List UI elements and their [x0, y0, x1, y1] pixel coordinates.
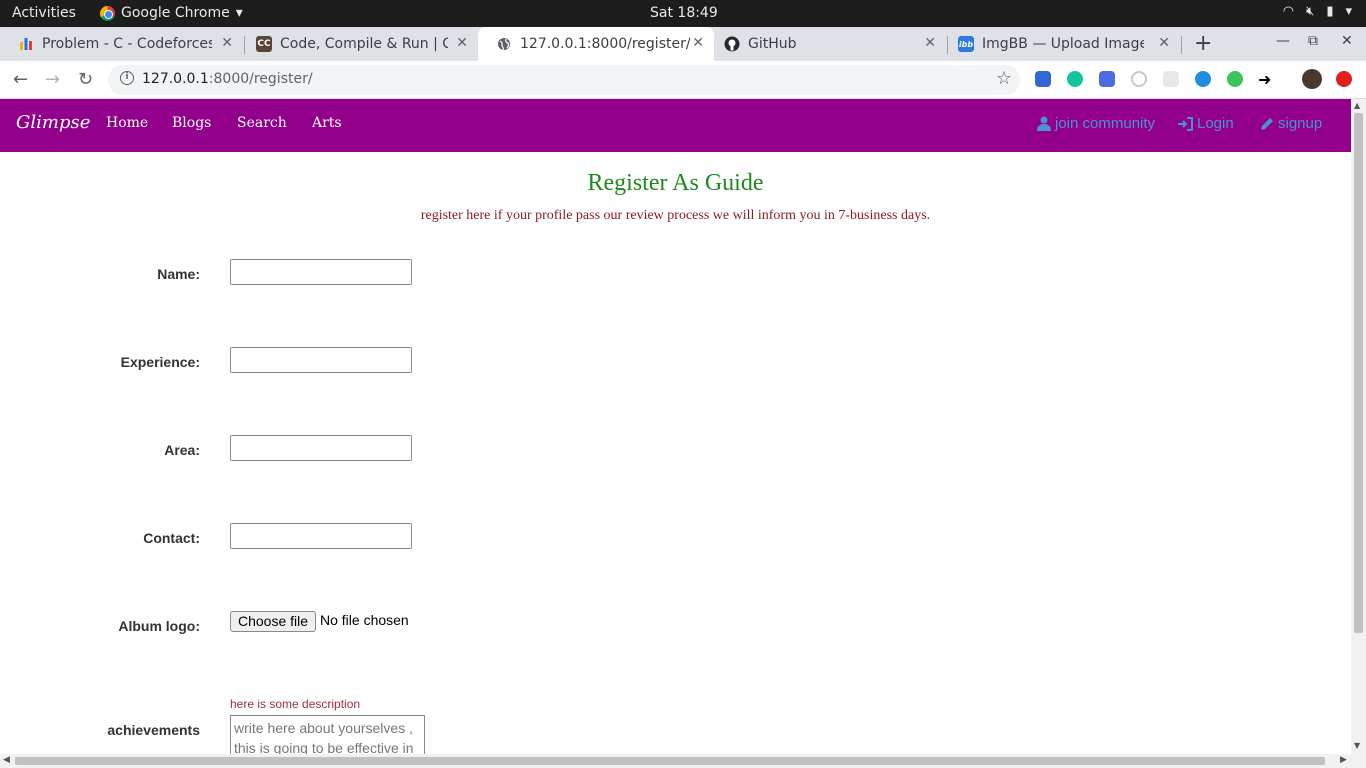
url-text[interactable]: 127.0.0.1:8000/register/	[142, 71, 313, 87]
close-icon[interactable]: ✕	[924, 35, 936, 51]
grammarly-extension-icon[interactable]	[1067, 71, 1083, 87]
window-close-icon[interactable]: ✕	[1341, 33, 1353, 49]
system-tray[interactable]: ◠ 🔇︎ ▮ ▾	[1283, 4, 1352, 19]
pencil-icon	[1261, 117, 1273, 130]
file-status: No file chosen	[320, 612, 409, 628]
scroll-left-icon[interactable]: ◀	[3, 755, 10, 765]
calendar-extension-icon[interactable]	[1099, 71, 1115, 87]
chevron-down-icon: ▾	[235, 5, 243, 21]
codeforces-icon	[18, 36, 34, 52]
hex-extension-icon[interactable]	[1195, 71, 1211, 87]
experience-label: Experience:	[120, 354, 200, 370]
volume-muted-icon: 🔇︎	[1306, 4, 1315, 19]
page-subtitle: register here if your profile pass our r…	[420, 208, 931, 223]
nav-arts[interactable]: Arts	[312, 115, 342, 131]
address-bar[interactable]: i 127.0.0.1:8000/register/ ☆	[108, 65, 1020, 95]
nav-blogs[interactable]: Blogs	[172, 115, 211, 131]
codechef-icon: CC	[256, 36, 272, 52]
signup-link[interactable]: signup	[1260, 115, 1322, 132]
reload-icon[interactable]: ↻	[78, 69, 93, 90]
tab-title: Code, Compile & Run | Co	[280, 36, 448, 52]
forward-arrow-icon[interactable]: →	[45, 69, 60, 90]
signup-label: signup	[1278, 115, 1323, 132]
scroll-down-icon[interactable]: ▼	[1354, 741, 1360, 750]
imgbb-icon: ibb	[958, 36, 974, 52]
name-label: Name:	[157, 266, 200, 282]
bookmark-star-icon[interactable]: ☆	[996, 68, 1012, 89]
battery-icon: ▮	[1326, 4, 1334, 19]
avatar[interactable]	[1302, 69, 1322, 89]
tab-title: ImgBB — Upload Image	[982, 36, 1144, 52]
tab-register[interactable]: 127.0.0.1:8000/register/ ✕	[478, 27, 714, 61]
contact-label: Contact:	[143, 530, 200, 546]
login-link[interactable]: Login	[1178, 115, 1234, 132]
join-community-label: join community	[1055, 115, 1156, 132]
tab-title: Problem - C - Codeforces	[42, 36, 212, 52]
wifi-icon: ◠	[1282, 4, 1295, 19]
tab-github[interactable]: GitHub ✕	[706, 27, 946, 61]
m-extension-icon[interactable]	[1227, 71, 1243, 87]
update-icon[interactable]	[1336, 71, 1352, 87]
minimize-icon[interactable]: —	[1276, 33, 1290, 49]
grid-extension-icon[interactable]	[1163, 71, 1179, 87]
name-input[interactable]	[230, 259, 412, 285]
app-name: Google Chrome	[121, 5, 230, 21]
chrome-icon	[100, 5, 115, 21]
join-community-link[interactable]: join community	[1037, 115, 1155, 132]
github-icon	[724, 36, 740, 52]
login-icon	[1178, 116, 1193, 131]
close-icon[interactable]: ✕	[692, 35, 704, 51]
login-label: Login	[1197, 115, 1234, 132]
shield-extension-icon[interactable]	[1035, 71, 1051, 87]
achievements-label: achievements	[107, 722, 200, 738]
achievements-textarea[interactable]: write here about yourselves , this is go…	[230, 715, 425, 754]
tab-title: GitHub	[748, 36, 797, 52]
back-arrow-icon[interactable]: ←	[13, 69, 28, 90]
page-content: Register As Guide register here if your …	[0, 152, 1351, 754]
site-brand[interactable]: Glimpse	[16, 112, 90, 133]
contact-input[interactable]	[230, 523, 412, 549]
horizontal-scrollbar[interactable]: ◀ ▶	[0, 754, 1366, 768]
area-input[interactable]	[230, 435, 412, 461]
nav-home[interactable]: Home	[106, 115, 148, 131]
experience-input[interactable]	[230, 347, 412, 373]
timer-extension-icon[interactable]	[1131, 71, 1147, 87]
arrow-right-extension-icon[interactable]: ➜	[1258, 70, 1271, 89]
tab-strip: Problem - C - Codeforces ✕ CC Code, Comp…	[0, 27, 1366, 61]
area-label: Area:	[164, 442, 200, 458]
nav-search[interactable]: Search	[237, 115, 287, 131]
album-logo-label: Album logo:	[118, 618, 200, 634]
chevron-down-icon: ▾	[1345, 4, 1352, 19]
clock[interactable]: Sat 18:49	[650, 5, 718, 21]
vertical-scrollbar[interactable]: ▲ ▼	[1351, 99, 1366, 754]
activities-button[interactable]: Activities	[12, 5, 76, 21]
user-icon	[1037, 116, 1051, 131]
tab-separator	[1181, 36, 1182, 54]
close-icon[interactable]: ✕	[221, 35, 233, 51]
new-tab-plus-icon[interactable]: +	[1194, 31, 1212, 56]
browser-toolbar: ← → ↻ i 127.0.0.1:8000/register/ ☆ ➜	[0, 61, 1366, 99]
system-top-bar: Activities Google Chrome ▾ Sat 18:49 ◠ 🔇…	[0, 0, 1366, 27]
horizontal-scroll-thumb[interactable]	[15, 757, 1325, 765]
tab-imgbb[interactable]: ibb ImgBB — Upload Image ✕	[940, 27, 1180, 61]
page-title: Register As Guide	[587, 170, 764, 196]
site-info-icon[interactable]: i	[120, 71, 134, 85]
scroll-right-icon[interactable]: ▶	[1340, 755, 1347, 765]
achievements-help-text: here is some description	[230, 697, 361, 711]
app-menu[interactable]: Google Chrome ▾	[100, 5, 243, 21]
tab-title: 127.0.0.1:8000/register/	[520, 36, 690, 52]
choose-file-button[interactable]: Choose file	[230, 611, 317, 632]
site-navbar: Glimpse Home Blogs Search Arts join comm…	[0, 99, 1351, 152]
restore-icon[interactable]: ⧉	[1308, 33, 1318, 49]
tab-codeforces[interactable]: Problem - C - Codeforces ✕	[0, 27, 243, 61]
globe-icon	[496, 36, 512, 52]
tab-codechef[interactable]: CC Code, Compile & Run | Co ✕	[238, 27, 478, 61]
scroll-up-icon[interactable]: ▲	[1354, 101, 1360, 110]
close-icon[interactable]: ✕	[1158, 35, 1170, 51]
vertical-scroll-thumb[interactable]	[1354, 113, 1363, 633]
close-icon[interactable]: ✕	[456, 35, 468, 51]
